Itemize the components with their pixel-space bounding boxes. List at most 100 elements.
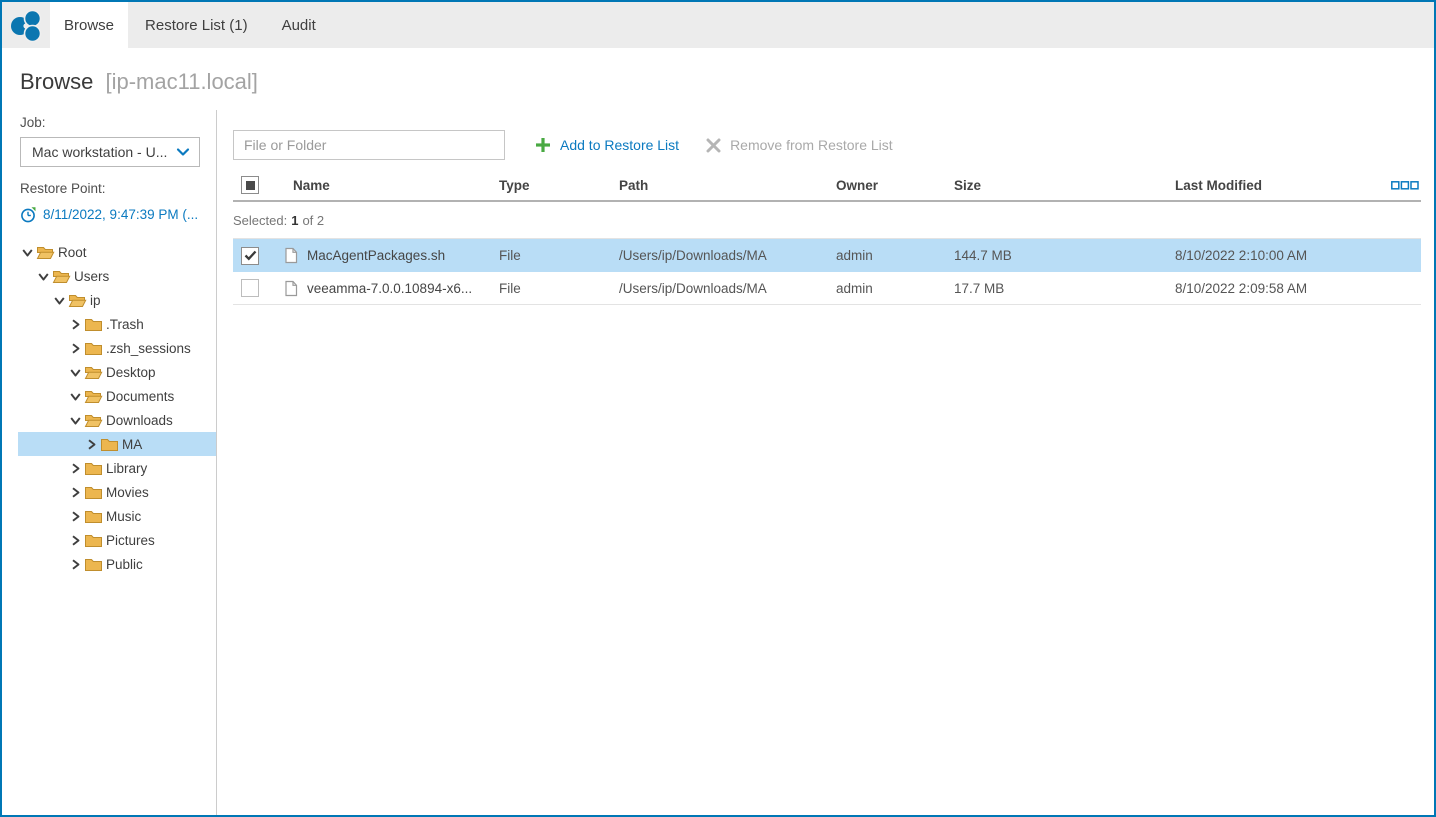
tree-item-trash[interactable]: .Trash: [18, 312, 216, 336]
tree-item-label: .zsh_sessions: [106, 341, 191, 356]
table-row[interactable]: veeamma-7.0.0.10894-x6...File/Users/ip/D…: [233, 272, 1421, 305]
checkmark-icon: [244, 250, 257, 261]
chevron-down-icon[interactable]: [20, 245, 35, 260]
indeterminate-mark: [246, 181, 255, 190]
tree-item-music[interactable]: Music: [18, 504, 216, 528]
chevron-down-icon[interactable]: [68, 365, 83, 380]
page-title-text: Browse: [20, 69, 93, 94]
tree-item-ip[interactable]: ip: [18, 288, 216, 312]
toolbar: Add to Restore List Remove from Restore …: [233, 130, 1421, 160]
tree-item-desktop[interactable]: Desktop: [18, 360, 216, 384]
tree-item-label: Downloads: [106, 413, 173, 428]
folder-closed-icon: [83, 532, 106, 548]
folder-closed-icon: [83, 316, 106, 332]
tree-item-zsh-sessions[interactable]: .zsh_sessions: [18, 336, 216, 360]
add-to-restore-list-button[interactable]: Add to Restore List: [535, 137, 679, 153]
select-all-cell: [233, 176, 281, 194]
plus-icon: [535, 137, 551, 153]
tree-item-library[interactable]: Library: [18, 456, 216, 480]
tree-item-label: Users: [74, 269, 109, 284]
chevron-right-icon[interactable]: [68, 557, 83, 572]
chevron-down-icon[interactable]: [52, 293, 67, 308]
cell-size: 17.7 MB: [946, 281, 1167, 296]
tree-item-documents[interactable]: Documents: [18, 384, 216, 408]
remove-from-restore-list-button[interactable]: Remove from Restore List: [706, 137, 893, 153]
folder-closed-icon: [83, 484, 106, 500]
column-header-path[interactable]: Path: [611, 178, 828, 193]
file-name-cell: veeamma-7.0.0.10894-x6...: [281, 280, 491, 297]
tree-item-ma[interactable]: MA: [18, 432, 216, 456]
cell-owner: admin: [828, 248, 946, 263]
chevron-down-icon[interactable]: [68, 413, 83, 428]
file-name: MacAgentPackages.sh: [307, 248, 445, 263]
tree-item-label: .Trash: [106, 317, 144, 332]
tab-restore-list-1[interactable]: Restore List (1): [128, 2, 265, 48]
folder-open-icon: [51, 268, 74, 284]
select-all-checkbox[interactable]: [241, 176, 259, 194]
app-logo: [2, 2, 50, 48]
folder-closed-icon: [83, 460, 106, 476]
chevron-down-icon[interactable]: [68, 389, 83, 404]
job-select-value: Mac workstation - U...: [32, 144, 176, 160]
column-chooser-cell: [1381, 181, 1421, 190]
chevron-right-icon[interactable]: [68, 509, 83, 524]
restore-point-link[interactable]: 8/11/2022, 9:47:39 PM (...: [20, 206, 216, 223]
column-header-size[interactable]: Size: [946, 178, 1167, 193]
add-to-restore-list-label: Add to Restore List: [560, 137, 679, 153]
folder-closed-icon: [83, 508, 106, 524]
file-name: veeamma-7.0.0.10894-x6...: [307, 281, 472, 296]
tree-item-public[interactable]: Public: [18, 552, 216, 576]
table-row[interactable]: MacAgentPackages.shFile/Users/ip/Downloa…: [233, 239, 1421, 272]
tab-audit[interactable]: Audit: [265, 2, 333, 48]
job-label: Job:: [20, 115, 216, 130]
folder-closed-icon: [83, 556, 106, 572]
chevron-right-icon[interactable]: [68, 485, 83, 500]
tree-item-label: ip: [90, 293, 101, 308]
tab-browse[interactable]: Browse: [50, 2, 128, 48]
top-tab-bar: BrowseRestore List (1)Audit: [2, 2, 1434, 48]
folder-open-icon: [83, 388, 106, 404]
chevron-right-icon[interactable]: [68, 461, 83, 476]
page-title-host: [ip-mac11.local]: [105, 69, 257, 94]
folder-closed-icon: [83, 340, 106, 356]
x-icon: [706, 138, 721, 153]
selection-summary-count: 1: [291, 213, 298, 228]
table-header: NameTypePathOwnerSizeLast Modified: [233, 170, 1421, 202]
row-checkbox[interactable]: [241, 247, 259, 265]
column-chooser-icon[interactable]: [1391, 181, 1419, 190]
sidebar: Job: Mac workstation - U... Restore Poin…: [2, 110, 217, 815]
chevron-right-icon[interactable]: [68, 341, 83, 356]
folder-open-icon: [83, 412, 106, 428]
column-header-owner[interactable]: Owner: [828, 178, 946, 193]
tree-item-pictures[interactable]: Pictures: [18, 528, 216, 552]
tree-item-label: Music: [106, 509, 141, 524]
chevron-down-icon[interactable]: [36, 269, 51, 284]
tree-item-label: Desktop: [106, 365, 156, 380]
job-select[interactable]: Mac workstation - U...: [20, 137, 200, 167]
chevron-down-icon: [176, 147, 190, 157]
veeam-cloud-logo-icon: [9, 8, 43, 42]
tree-item-movies[interactable]: Movies: [18, 480, 216, 504]
tree-item-users[interactable]: Users: [18, 264, 216, 288]
cell-type: File: [491, 281, 611, 296]
search-input[interactable]: [233, 130, 505, 160]
column-header-last-modified[interactable]: Last Modified: [1167, 178, 1381, 193]
tree-item-root[interactable]: Root: [18, 240, 216, 264]
clock-icon: [20, 206, 37, 223]
chevron-right-icon[interactable]: [68, 533, 83, 548]
restore-point-label: Restore Point:: [20, 181, 216, 196]
tree-item-label: Movies: [106, 485, 149, 500]
cell-owner: admin: [828, 281, 946, 296]
tree-item-label: MA: [122, 437, 142, 452]
column-header-type[interactable]: Type: [491, 178, 611, 193]
tree-item-downloads[interactable]: Downloads: [18, 408, 216, 432]
chevron-right-icon[interactable]: [84, 437, 99, 452]
tree-item-label: Library: [106, 461, 147, 476]
page-title: Browse [ip-mac11.local]: [20, 69, 1434, 95]
cell-modified: 8/10/2022 2:09:58 AM: [1167, 281, 1381, 296]
column-header-name[interactable]: Name: [281, 178, 491, 193]
file-name-cell: MacAgentPackages.sh: [281, 247, 491, 264]
selection-summary-suffix: of 2: [302, 213, 324, 228]
chevron-right-icon[interactable]: [68, 317, 83, 332]
row-checkbox[interactable]: [241, 279, 259, 297]
